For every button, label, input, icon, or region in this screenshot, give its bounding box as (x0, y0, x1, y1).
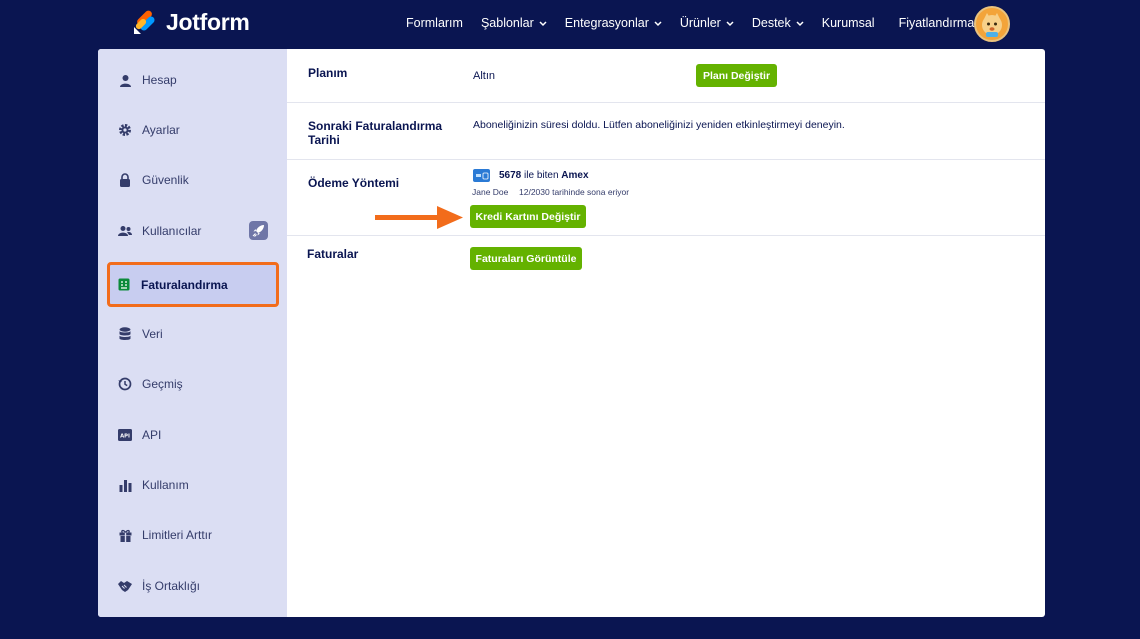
settings-sidebar: Hesap Ayarlar Güvenlik Kullanıcılar Fatu… (98, 49, 287, 617)
nav-urunler[interactable]: Ürünler (674, 16, 740, 30)
plan-row: Planım Altın Planı Değiştir (287, 49, 1045, 103)
next-billing-label-line2: Tarihi (308, 133, 340, 147)
nav-kurumsal[interactable]: Kurumsal (816, 16, 881, 30)
card-last4: 5678 (499, 170, 522, 181)
next-billing-row: Sonraki Faturalandırma Tarihi Aboneliğin… (287, 103, 1045, 160)
sidebar-item-kullanicilar[interactable]: Kullanıcılar (108, 210, 278, 252)
nav-label: Fiyatlandırma (898, 16, 975, 30)
sidebar-item-guvenlik[interactable]: Güvenlik (108, 159, 278, 201)
card-expiry: 12/2030 tarihinde sona eriyor (519, 187, 630, 197)
sidebar-item-kullanim[interactable]: Kullanım (108, 464, 278, 506)
sidebar-item-hesap[interactable]: Hesap (108, 59, 278, 101)
chevron-down-icon (796, 20, 804, 29)
sidebar-item-label: Geçmiş (142, 377, 183, 391)
nav-label: Formlarım (406, 16, 463, 30)
sidebar-item-label: Ayarlar (142, 123, 180, 137)
main-nav: Formlarım Şablonlar Entegrasyonlar Ürünl… (400, 0, 986, 46)
history-icon (118, 377, 132, 391)
sidebar-item-is-ortakligi[interactable]: İş Ortaklığı (108, 565, 278, 607)
next-billing-label-line1: Sonraki Faturalandırma (308, 119, 443, 133)
billing-icon (117, 278, 131, 292)
nav-label: Destek (751, 16, 791, 30)
change-plan-button[interactable]: Planı Değiştir (696, 64, 777, 87)
top-navigation-bar: Jotform Formlarım Şablonlar Entegrasyonl… (0, 0, 1140, 46)
sidebar-item-ayarlar[interactable]: Ayarlar (108, 109, 278, 151)
chart-icon (118, 478, 132, 492)
avatar[interactable] (974, 6, 1010, 42)
sidebar-item-veri[interactable]: Veri (108, 313, 278, 355)
callout-arrow-icon (375, 205, 463, 236)
billing-content: Planım Altın Planı Değiştir Sonraki Fatu… (287, 49, 1045, 617)
nav-label: Kurumsal (821, 16, 875, 30)
user-icon (118, 73, 132, 87)
gear-icon (118, 123, 132, 137)
sidebar-item-label: Güvenlik (142, 173, 189, 187)
api-icon: API (118, 428, 132, 442)
chevron-down-icon (539, 20, 547, 29)
nav-label: Şablonlar (480, 16, 534, 30)
nav-fiyatlandirma[interactable]: Fiyatlandırma (893, 16, 981, 30)
users-icon (118, 224, 132, 238)
sidebar-item-api[interactable]: API API (108, 414, 278, 456)
rocket-icon (249, 221, 268, 240)
jotform-logo-icon (132, 9, 158, 35)
invoices-label: Faturalar (307, 247, 359, 261)
brand-name: Jotform (166, 8, 250, 35)
sidebar-item-label: API (142, 428, 162, 442)
nav-label: Entegrasyonlar (564, 16, 649, 30)
sidebar-item-label: Kullanım (142, 478, 189, 492)
database-icon (118, 327, 132, 341)
plan-value: Altın (473, 70, 496, 82)
sidebar-item-faturalandirma[interactable]: Faturalandırma (107, 262, 279, 307)
nav-sablonlar[interactable]: Şablonlar (475, 16, 553, 30)
card-holder-name: Jane Doe (472, 187, 509, 197)
card-brand: Amex (561, 170, 589, 181)
nav-entegrasyonlar[interactable]: Entegrasyonlar (559, 16, 668, 30)
card-summary: 5678 ile biten Amex (499, 170, 589, 181)
sidebar-item-label: Faturalandırma (141, 277, 228, 292)
invoices-row: Faturalar Faturaları Görüntüle (287, 236, 1045, 286)
card-ending-text: ile biten (524, 170, 559, 181)
sidebar-item-label: Hesap (142, 73, 177, 87)
payment-method-label: Ödeme Yöntemi (308, 176, 400, 190)
sidebar-item-label: Kullanıcılar (142, 224, 202, 238)
settings-card: Hesap Ayarlar Güvenlik Kullanıcılar Fatu… (98, 49, 1045, 617)
sidebar-item-label: İş Ortaklığı (142, 579, 201, 593)
jotform-logo[interactable]: Jotform (132, 8, 250, 36)
sidebar-item-limitleri-arttir[interactable]: Limitleri Arttır (108, 514, 278, 556)
avatar-illustration-icon (982, 13, 1002, 37)
plan-label: Planım (308, 66, 348, 80)
credit-card-icon (473, 169, 490, 182)
nav-label: Ürünler (679, 16, 721, 30)
handshake-icon (118, 579, 132, 593)
nav-destek[interactable]: Destek (746, 16, 810, 30)
sidebar-item-label: Veri (142, 327, 163, 341)
sidebar-item-label: Limitleri Arttır (142, 528, 213, 542)
sidebar-item-gecmis[interactable]: Geçmiş (108, 363, 278, 405)
nav-formlarim[interactable]: Formlarım (400, 16, 469, 30)
view-invoices-button[interactable]: Faturaları Görüntüle (470, 247, 582, 270)
chevron-down-icon (654, 20, 662, 29)
subscription-expired-message: Aboneliğinizin süresi doldu. Lütfen abon… (473, 119, 845, 131)
svg-text:API: API (120, 434, 130, 440)
change-credit-card-button[interactable]: Kredi Kartını Değiştir (470, 205, 586, 228)
gift-icon (118, 528, 132, 542)
chevron-down-icon (726, 20, 734, 29)
lock-icon (118, 173, 132, 187)
next-billing-label: Sonraki Faturalandırma Tarihi (308, 119, 442, 147)
